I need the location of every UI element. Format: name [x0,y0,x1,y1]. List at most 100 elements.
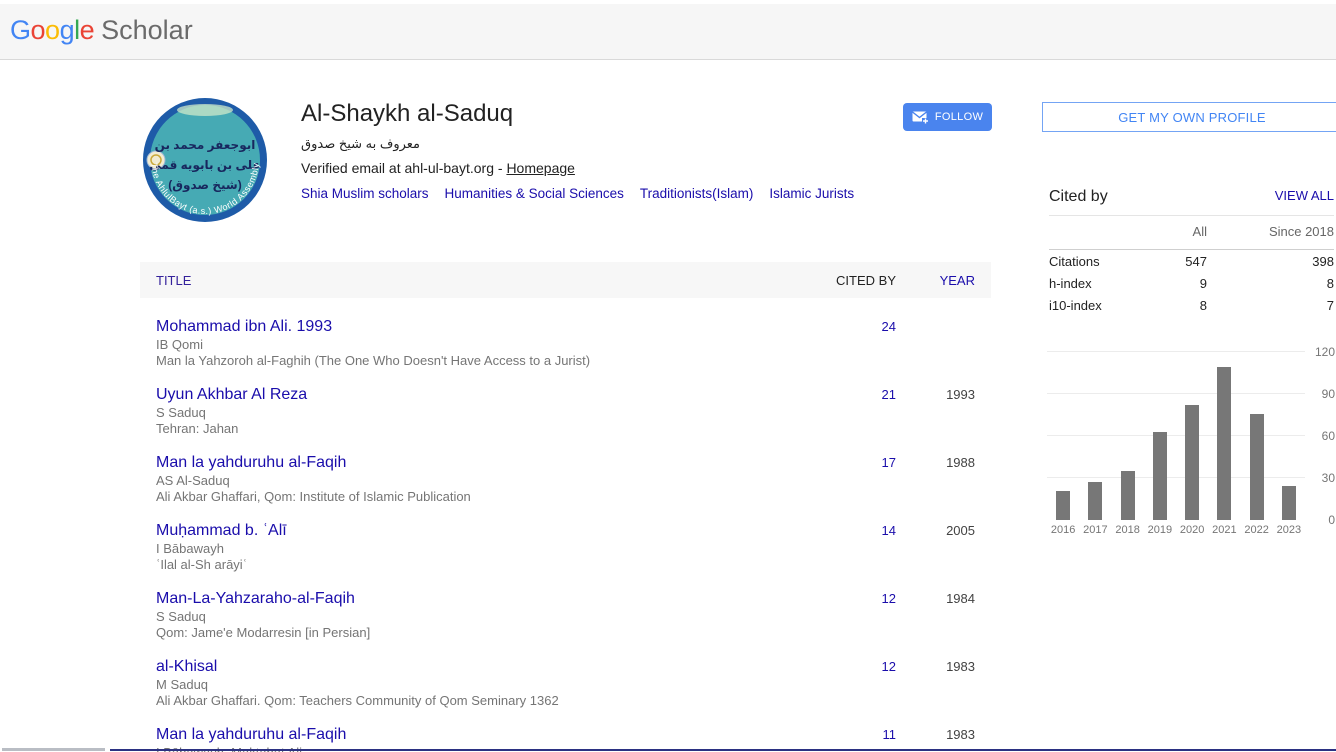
verified-email-text: Verified email at ahl-ul-bayt.org - [301,160,506,176]
stat-value-all: 9 [1159,273,1207,294]
follow-button-label: FOLLOW [935,111,983,123]
citation-stats-header: All Since 2018 [1049,222,1334,250]
chart-bar[interactable] [1217,367,1231,520]
verified-email-line: Verified email at ahl-ul-bayt.org - Home… [301,160,891,176]
cited-by-title: Cited by [1049,188,1108,206]
cited-by-count-link[interactable]: 12 [882,659,896,674]
interest-tag[interactable]: Humanities & Social Sciences [445,186,624,201]
publication-title-link[interactable]: Man-La-Yahzaraho-al-Faqih [156,589,355,608]
stats-col-all: All [1159,222,1207,250]
publication-authors: I Bābawayh [156,541,786,556]
cited-by-count-link[interactable]: 11 [883,727,897,742]
publication-main: Muḥammad b. ʿAlīI BābawayhʿIlal al-Sh ar… [156,521,786,572]
cited-by-header: Cited by VIEW ALL [1049,188,1334,216]
chart-gridline [1047,351,1305,352]
publication-title-link[interactable]: Man la yahduruhu al-Faqih [156,453,346,472]
publication-main: Uyun Akhbar Al RezaS SaduqTehran: Jahan [156,385,786,436]
citation-stats-table: All Since 2018 Citations547398h-index98i… [1049,222,1334,316]
avatar-arabic-line1: ابوجعفر محمد بن [155,138,256,153]
stat-value-all: 547 [1159,251,1207,272]
sort-by-year-header[interactable]: YEAR [896,273,975,288]
chart-xtick-label: 2018 [1112,524,1144,536]
interest-tag[interactable]: Traditionists(Islam) [640,186,754,201]
bottom-scrollbar-fragment[interactable] [2,748,105,751]
chart-xtick-label: 2016 [1047,524,1079,536]
publication-row: Man la yahduruhu al-FaqihI Bābawayh, Mak… [140,706,991,752]
chart-gridline [1047,435,1305,436]
publications-table-header: TITLE CITED BY YEAR [140,262,991,298]
publication-row: Mohammad ibn Ali. 1993IB QomiMan la Yahz… [140,298,991,366]
cited-by-count-link[interactable]: 14 [882,523,896,538]
chart-xtick-label: 2022 [1241,524,1273,536]
interest-tags: Shia Muslim scholars Humanities & Social … [301,186,891,201]
publication-authors: AS Al-Saduq [156,473,786,488]
follow-button[interactable]: FOLLOW [903,103,992,131]
envelope-plus-icon [912,111,929,124]
chart-xtick-label: 2019 [1144,524,1176,536]
homepage-link[interactable]: Homepage [506,160,575,176]
cited-by-count-link[interactable]: 12 [882,591,896,606]
chart-xtick-label: 2021 [1208,524,1240,536]
stat-value-all: 8 [1159,295,1207,316]
publication-year: 2005 [896,521,975,540]
publication-row: al-KhisalM SaduqAli Akbar Ghaffari. Qom:… [140,638,991,706]
publication-venue: Ali Akbar Ghaffari. Qom: Teachers Commun… [156,693,786,708]
stat-value-since: 8 [1207,273,1334,294]
publications-list: Mohammad ibn Ali. 1993IB QomiMan la Yahz… [140,298,991,752]
publication-authors: S Saduq [156,405,786,420]
get-my-own-profile-button[interactable]: GET MY OWN PROFILE [1042,102,1336,132]
google-scholar-logo[interactable]: Google Scholar [10,15,193,46]
cited-by-count-link[interactable]: 21 [882,387,896,402]
view-all-link[interactable]: VIEW ALL [1275,188,1334,203]
chart-bar[interactable] [1282,486,1296,520]
chart-bar[interactable] [1250,414,1264,520]
publication-title-link[interactable]: al-Khisal [156,657,217,676]
publication-row: Man la yahduruhu al-FaqihAS Al-SaduqAli … [140,434,991,502]
avatar-image: ابوجعفر محمد بن علی بن بابویه قمی (شیخ ص… [142,97,268,223]
chart-bar[interactable] [1153,432,1167,520]
stat-value-since: 398 [1207,251,1334,272]
profile-name: Al-Shaykh al-Saduq [301,100,891,128]
sort-by-title-header[interactable]: TITLE [156,273,786,288]
cited-by-count-link[interactable]: 17 [882,455,896,470]
publication-authors: S Saduq [156,609,786,624]
publication-authors: M Saduq [156,677,786,692]
top-header: Google Scholar [0,4,1336,60]
publication-venue: ʿIlal al-Sh arāyiʿ [156,557,786,572]
citation-stats-body: Citations547398h-index98i10-index87 [1049,250,1334,316]
publication-title-link[interactable]: Muḥammad b. ʿAlī [156,521,287,540]
avatar-arabic-line3: (شیخ صدوق) [168,178,241,193]
publication-authors: IB Qomi [156,337,786,352]
google-logo-scholar: Scholar [101,15,193,46]
publication-venue: Man la Yahzoroh al-Faghih (The One Who D… [156,353,786,368]
publication-year: 1983 [896,657,975,676]
publication-venue: Ali Akbar Ghaffari, Qom: Institute of Is… [156,489,786,504]
stat-value-since: 7 [1207,295,1334,316]
publication-main: Mohammad ibn Ali. 1993IB QomiMan la Yahz… [156,317,786,368]
chart-bar[interactable] [1088,482,1102,520]
publication-year: 1983 [896,725,975,744]
google-logo-google: Google [10,15,94,46]
publication-title-link[interactable]: Man la yahduruhu al-Faqih [156,725,346,744]
sort-by-cited-header[interactable]: CITED BY [786,273,896,288]
publication-title-link[interactable]: Mohammad ibn Ali. 1993 [156,317,332,336]
interest-tag[interactable]: Islamic Jurists [769,186,854,201]
chart-xtick-label: 2017 [1079,524,1111,536]
bottom-panel-edge [110,749,1336,751]
publication-year: 1993 [896,385,975,404]
publication-title-link[interactable]: Uyun Akhbar Al Reza [156,385,307,404]
citations-chart-plot: 20162017201820192020202120222023 [1047,352,1305,520]
publication-year: 1984 [896,589,975,608]
chart-bar[interactable] [1185,405,1199,520]
publication-main: Man-La-Yahzaraho-al-FaqihS SaduqQom: Jam… [156,589,786,640]
chart-xtick-label: 2020 [1176,524,1208,536]
scholar-profile-page: Google Scholar ابوجعفر محمد بن علی بن با… [0,0,1336,752]
chart-bar[interactable] [1056,491,1070,520]
chart-bar[interactable] [1121,471,1135,520]
publication-venue: Qom: Jame'e Modarresin [in Persian] [156,625,786,640]
cited-by-count-link[interactable]: 24 [882,319,896,334]
publications-table: TITLE CITED BY YEAR Mohammad ibn Ali. 19… [140,262,991,752]
publication-row: Man-La-Yahzaraho-al-FaqihS SaduqQom: Jam… [140,570,991,638]
chart-ytick-label: 60 [1309,429,1335,443]
interest-tag[interactable]: Shia Muslim scholars [301,186,429,201]
